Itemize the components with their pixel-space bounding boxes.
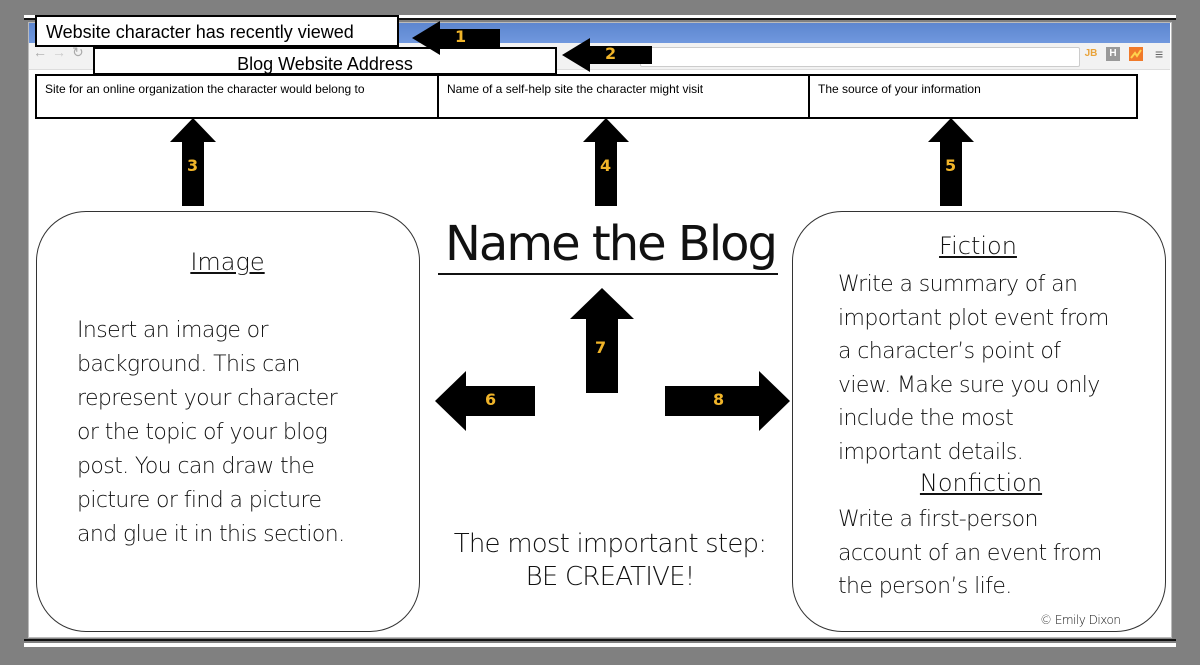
fiction-instructions: Write a summary of an important plot eve… — [838, 268, 1158, 469]
nonfiction-line: the person’s life. — [838, 574, 1012, 599]
fiction-line: important details. — [838, 439, 1024, 465]
image-line: background. This can — [77, 352, 300, 377]
fiction-line: view. Make sure you only — [838, 372, 1100, 398]
arrow-6-left: 6 — [435, 371, 535, 431]
image-instructions: Insert an image or background. This can … — [77, 314, 397, 552]
nonfiction-instructions: Write a first-person account of an event… — [838, 503, 1158, 604]
cell-self-help-site: Name of a self-help site the character m… — [439, 76, 810, 117]
image-heading: Image — [190, 248, 265, 276]
arrow-number-4: 4 — [600, 156, 612, 175]
arrow-number-6: 6 — [485, 390, 497, 409]
arrow-1-left: 1 — [412, 21, 500, 55]
creative-line-2: BE CREATIVE! — [525, 562, 696, 592]
jb-extension-icon[interactable]: JB — [1084, 47, 1098, 61]
arrow-number-2: 2 — [605, 44, 617, 63]
arrow-number-3: 3 — [187, 156, 199, 175]
arrow-2-left: 2 — [562, 38, 652, 72]
image-line: represent your character — [77, 386, 338, 411]
recently-viewed-label: Website character has recently viewed — [35, 15, 399, 47]
analytics-extension-icon[interactable] — [1129, 47, 1143, 61]
arrow-number-5: 5 — [945, 156, 957, 175]
arrow-8-right: 8 — [665, 371, 790, 431]
image-line: Insert an image or — [77, 318, 269, 343]
fiction-line: Write a summary of an — [838, 272, 1078, 297]
address-bar[interactable] — [640, 47, 1080, 67]
fiction-heading: Fiction — [939, 232, 1017, 260]
arrow-4-up: 4 — [583, 118, 629, 206]
cell-information-source: The source of your information — [818, 82, 981, 96]
creative-line-1: The most important step: — [453, 529, 767, 559]
hamburger-menu-icon[interactable]: ≡ — [1155, 46, 1163, 62]
h-extension-icon[interactable]: H — [1106, 47, 1120, 61]
image-line: picture or find a picture — [77, 488, 322, 513]
nonfiction-heading: Nonfiction — [919, 469, 1043, 497]
arrow-3-up: 3 — [170, 118, 216, 206]
fiction-line: important plot event from — [838, 305, 1109, 331]
arrow-number-8: 8 — [713, 390, 725, 409]
fiction-line: a character’s point of — [838, 339, 1061, 364]
fiction-line: include the most — [838, 406, 1014, 431]
nonfiction-line: account of an event from — [838, 540, 1102, 566]
frame-bottom-line — [24, 639, 1176, 641]
image-line: or the topic of your blog — [77, 420, 328, 445]
frame-bottom-border — [24, 643, 1176, 647]
arrow-5-up: 5 — [928, 118, 974, 206]
copyright-text: © Emily Dixon — [1040, 613, 1121, 627]
blog-title-underline — [438, 273, 778, 275]
nonfiction-line: Write a first-person — [838, 507, 1038, 532]
site-cells-row: Site for an online organization the char… — [35, 74, 1138, 119]
arrow-number-7: 7 — [595, 338, 607, 357]
arrow-7-up: 7 — [570, 288, 634, 393]
image-line: post. You can draw the — [77, 454, 315, 479]
blog-title: Name the Blog — [445, 216, 778, 272]
arrow-number-1: 1 — [455, 27, 467, 46]
creative-note: The most important step: BE CREATIVE! — [420, 528, 800, 594]
image-line: and glue it in this section. — [77, 522, 345, 547]
cell-organization-site: Site for an online organization the char… — [37, 76, 439, 117]
